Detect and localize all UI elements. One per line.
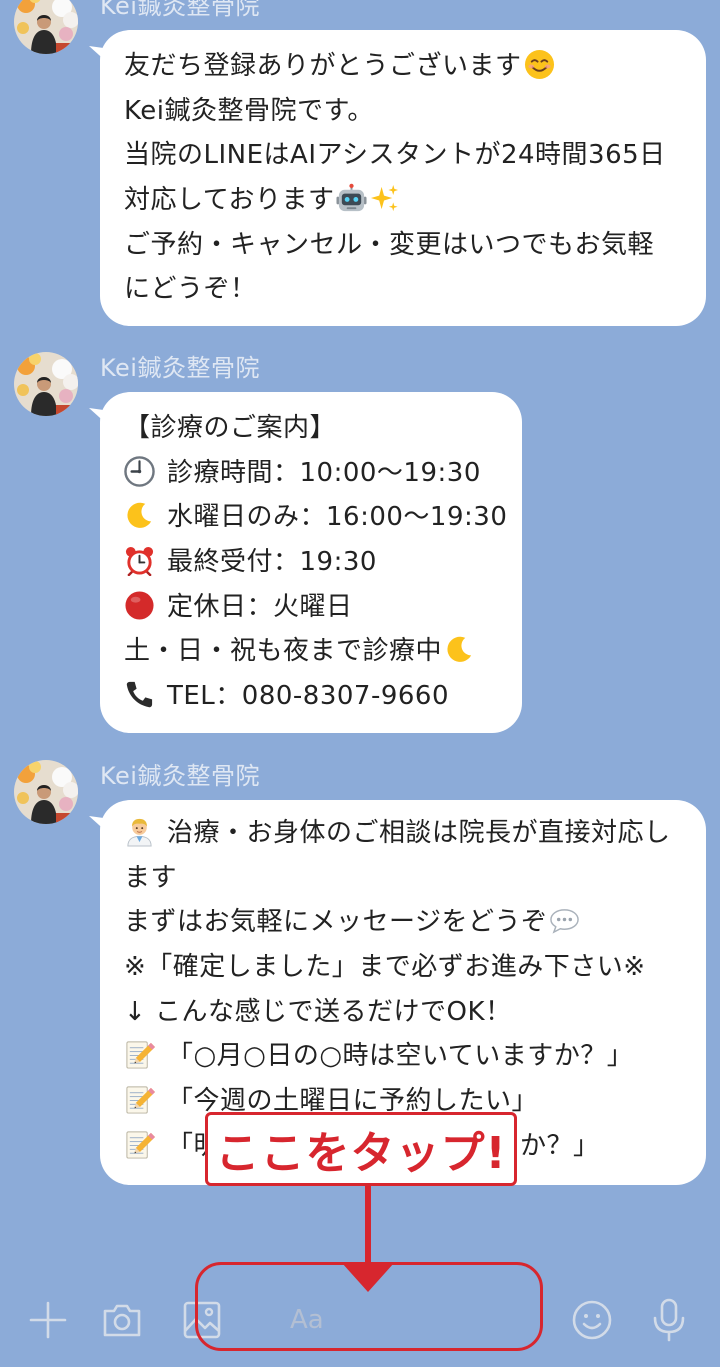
message-text: 治療・お身体のご相談は院長が直接対応し <box>167 818 671 848</box>
sender-name: Kei鍼灸整骨院 <box>100 354 260 382</box>
emoji-icon[interactable] <box>571 1299 613 1341</box>
speech-bubble-icon <box>550 909 580 934</box>
message-text: にどうぞ！ <box>124 274 257 305</box>
arrow-down-icon <box>342 1186 394 1292</box>
avatar[interactable] <box>14 760 78 824</box>
message-line: 治療・お身体のご相談は院長が直接対応し <box>124 811 686 856</box>
message-line: 友だち登録ありがとうございます <box>124 44 686 89</box>
message-text: ます <box>124 862 178 893</box>
message-line: 【診療のご案内】 <box>124 406 502 451</box>
message-text: 水曜日のみ：16:00〜19:30 <box>167 502 508 533</box>
message-line: ます <box>124 856 686 901</box>
sender-name: Kei鍼灸整骨院 <box>100 0 260 20</box>
camera-icon[interactable] <box>100 1298 144 1342</box>
memo-icon <box>126 1086 155 1114</box>
message-bubble[interactable]: 友だち登録ありがとうございます Kei鍼灸整骨院です。 当院のLINEはAIアシ… <box>100 30 706 327</box>
message-line: 水曜日のみ：16:00〜19:30 <box>124 495 507 540</box>
message-line: 診療時間：10:00〜19:30 <box>124 451 502 496</box>
message-line: 当院のLINEはAIアシスタントが24時間365日 <box>124 133 686 178</box>
message-line: 対応しております <box>124 178 686 223</box>
message-bubble[interactable]: 【診療のご案内】 診療時間：10:00〜19:30 水曜日のみ：16:00〜19… <box>100 392 522 733</box>
message-line: TEL：080-8307-9660 <box>124 674 502 719</box>
message-line: Kei鍼灸整骨院です。 <box>124 89 686 134</box>
smiling-face-icon <box>523 49 555 80</box>
message-line: ※「確定しました」まで必ずお進み下さい※ <box>124 945 686 990</box>
message-text: 診療時間：10:00〜19:30 <box>167 457 481 488</box>
red-circle-icon <box>125 591 154 620</box>
message-line: ↓ こんな感じで送るだけでOK！ <box>124 990 686 1035</box>
memo-icon <box>126 1041 155 1069</box>
message-line: ご予約・キャンセル・変更はいつでもお気軽 <box>124 223 686 268</box>
message-line: 「○月○日の○時は空いていますか？」 <box>124 1034 686 1079</box>
plus-icon[interactable] <box>28 1300 68 1340</box>
sparkles-icon <box>371 185 399 212</box>
message-text: Kei鍼灸整骨院です。 <box>124 95 374 126</box>
message-text: ※「確定しました」まで必ずお進み下さい※ <box>124 952 646 983</box>
avatar[interactable] <box>14 0 78 54</box>
telephone-icon <box>126 682 153 708</box>
message-line: 定休日：火曜日 <box>124 585 502 630</box>
message-text: 土・日・祝も夜まで診療中 <box>124 636 443 667</box>
message-text: 当院のLINEはAIアシスタントが24時間365日 <box>124 140 666 171</box>
message-text: TEL：080-8307-9660 <box>167 681 450 712</box>
microphone-icon[interactable] <box>650 1297 688 1343</box>
memo-icon <box>126 1131 155 1159</box>
clock-nine-icon <box>124 455 155 487</box>
robot-face-icon <box>336 183 368 213</box>
message-text: 「○月○日の○時は空いていますか？」 <box>167 1041 634 1072</box>
tap-here-callout: ここをタップ! <box>205 1112 517 1186</box>
message-text: 対応しております <box>124 185 335 216</box>
callout-text: ここをタップ! <box>215 1128 507 1179</box>
message-text: ↓ こんな感じで送るだけでOK！ <box>124 996 512 1027</box>
message-text: 最終受付：19:30 <box>167 547 377 578</box>
message-line: 土・日・祝も夜まで診療中 <box>124 629 502 674</box>
message-text: 定休日：火曜日 <box>167 591 353 622</box>
avatar[interactable] <box>14 352 78 416</box>
crescent-moon-icon <box>127 503 152 529</box>
message-text: まずはお気軽にメッセージをどうぞ <box>124 907 548 938</box>
doctor-icon <box>127 818 152 847</box>
message-text: 【診療のご案内】 <box>124 413 337 443</box>
message-text: 友だち登録ありがとうございます <box>124 51 522 81</box>
sender-name: Kei鍼灸整骨院 <box>100 762 260 790</box>
message-line: まずはお気軽にメッセージをどうぞ <box>124 900 686 945</box>
message-text: ご予約・キャンセル・変更はいつでもお気軽 <box>124 229 655 260</box>
crescent-moon-icon <box>447 637 472 663</box>
message-line: 最終受付：19:30 <box>124 540 502 585</box>
message-text-tail: か？」 <box>520 1130 600 1161</box>
message-line: にどうぞ！ <box>124 267 686 312</box>
alarm-clock-icon <box>124 545 155 577</box>
